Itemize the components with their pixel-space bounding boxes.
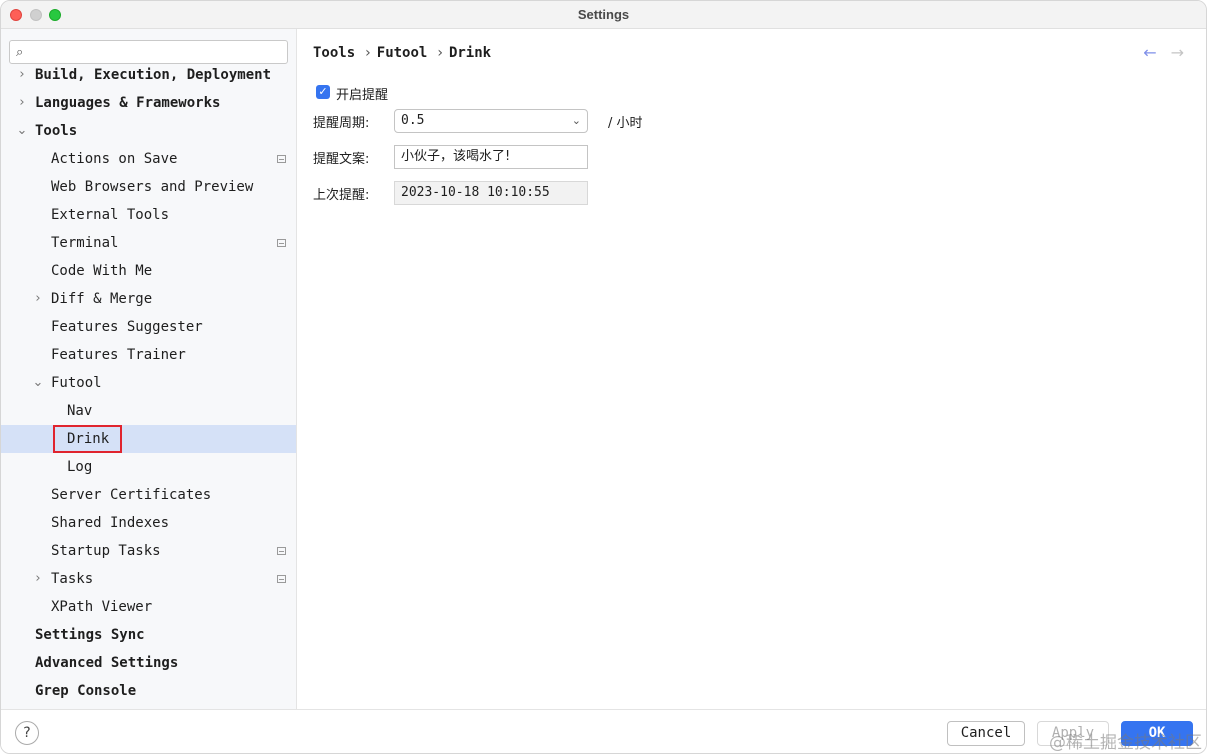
sidebar-item-label: Build, Execution, Deployment [35, 67, 272, 83]
reminder-text-label: 提醒文案: [313, 152, 370, 167]
search-icon: ⌕ [16, 45, 24, 60]
last-reminder-label: 上次提醒: [313, 188, 370, 203]
breadcrumb: Tools › Futool › Drink [313, 45, 495, 61]
project-scope-icon [277, 155, 286, 163]
sidebar-item[interactable]: Nav [1, 397, 296, 425]
breadcrumb-separator-icon: › [437, 45, 443, 61]
sidebar-item-label: Startup Tasks [51, 543, 161, 559]
enable-reminder-checkbox[interactable]: ✓ [316, 85, 330, 99]
sidebar-item[interactable]: Features Suggester [1, 313, 296, 341]
sidebar-item[interactable]: Drink [1, 425, 296, 453]
sidebar-item-label: Server Certificates [51, 487, 212, 503]
sidebar-item[interactable]: Web Browsers and Preview [1, 173, 296, 201]
period-value: 0.5 [401, 113, 425, 128]
sidebar-item[interactable]: Code With Me [1, 257, 296, 285]
settings-sidebar: ⌕ › Build, Execution, Deployment › Language… [1, 29, 297, 709]
sidebar-item-label: Settings Sync [35, 627, 145, 643]
sidebar-item[interactable]: ⌄ Futool [1, 369, 296, 397]
sidebar-item-label: Log [67, 459, 93, 475]
sidebar-item[interactable]: ⌄ Tools [1, 117, 296, 145]
sidebar-item[interactable]: › Diff & Merge [1, 285, 296, 313]
last-reminder-field: 2023-10-18 10:10:55 [394, 181, 588, 205]
sidebar-item[interactable]: External Tools [1, 201, 296, 229]
window-title: Settings [577, 7, 630, 22]
project-scope-icon [277, 575, 286, 583]
project-scope-icon [277, 239, 286, 247]
sidebar-item-label: Features Trainer [51, 347, 186, 363]
period-select[interactable]: 0.5 ⌄ [394, 109, 588, 133]
forward-arrow-icon[interactable]: → [1171, 43, 1184, 62]
settings-window: Settings ⌕ › Build, Execution, Deployment… [0, 0, 1207, 754]
cancel-button[interactable]: Cancel [947, 721, 1025, 746]
sidebar-item-label: Nav [67, 403, 93, 419]
period-label: 提醒周期: [313, 116, 370, 131]
chevron-right-icon[interactable]: › [15, 89, 29, 117]
period-unit: / 小时 [608, 116, 643, 131]
sidebar-item[interactable]: Actions on Save [1, 145, 296, 173]
sidebar-item-label: Advanced Settings [35, 655, 179, 671]
breadcrumb-tools[interactable]: Tools [313, 45, 355, 61]
sidebar-item[interactable]: Settings Sync [1, 621, 296, 649]
sidebar-item-label: Grep Console [35, 683, 137, 699]
sidebar-item[interactable]: › Build, Execution, Deployment [1, 61, 296, 89]
chevron-down-icon: ⌄ [571, 114, 581, 127]
help-button[interactable]: ? [15, 721, 39, 745]
sidebar-item[interactable]: XPath Viewer [1, 593, 296, 621]
sidebar-item[interactable]: Log [1, 453, 296, 481]
sidebar-item-label: XPath Viewer [51, 599, 153, 615]
breadcrumb-drink: Drink [448, 45, 492, 61]
chevron-down-icon[interactable]: ⌄ [31, 369, 45, 397]
sidebar-item-label: Diff & Merge [51, 291, 153, 307]
sidebar-item[interactable]: Server Certificates [1, 481, 296, 509]
sidebar-item-label: External Tools [51, 207, 170, 223]
search-input[interactable] [36, 43, 282, 61]
breadcrumb-separator-icon: › [365, 45, 371, 61]
sidebar-item[interactable]: › Tasks [1, 565, 296, 593]
dialog-footer: ? Cancel Apply OK @稀土掘金技术社区 [1, 709, 1206, 753]
enable-reminder-label[interactable]: 开启提醒 [336, 84, 388, 103]
sidebar-item[interactable]: Startup Tasks [1, 537, 296, 565]
reminder-text-field[interactable]: 小伙子，该喝水了! [394, 145, 588, 169]
sidebar-item-label: Tasks [51, 571, 94, 587]
sidebar-item[interactable]: Shared Indexes [1, 509, 296, 537]
sidebar-item-label: Futool [51, 375, 102, 391]
sidebar-item-label: Web Browsers and Preview [51, 179, 254, 195]
sidebar-item-label: Shared Indexes [51, 515, 170, 531]
sidebar-item-label: Tools [35, 123, 78, 139]
chevron-right-icon[interactable]: › [31, 565, 45, 593]
sidebar-item-label: Terminal [51, 235, 119, 251]
sidebar-item-label: Code With Me [51, 263, 153, 279]
navigation-arrows: ← → [1143, 43, 1184, 62]
back-arrow-icon[interactable]: ← [1143, 43, 1156, 62]
sidebar-item-label: Actions on Save [51, 151, 178, 167]
project-scope-icon [277, 547, 286, 555]
sidebar-item[interactable]: Terminal [1, 229, 296, 257]
sidebar-item[interactable]: Grep Console [1, 677, 296, 705]
chevron-right-icon[interactable]: › [31, 285, 45, 313]
watermark: @稀土掘金技术社区 [1049, 733, 1202, 753]
chevron-down-icon[interactable]: ⌄ [15, 117, 29, 145]
settings-content: Tools › Futool › Drink ← → ✓ 开启提醒 提醒周期: 0.5 ⌄… [298, 29, 1206, 709]
sidebar-item-label: Features Suggester [51, 319, 203, 335]
sidebar-item[interactable]: Advanced Settings [1, 649, 296, 677]
chevron-right-icon[interactable]: › [15, 61, 29, 89]
sidebar-item[interactable]: › Languages & Frameworks [1, 89, 296, 117]
sidebar-item-label: Languages & Frameworks [35, 95, 221, 111]
sidebar-item[interactable]: Features Trainer [1, 341, 296, 369]
breadcrumb-futool[interactable]: Futool [377, 45, 428, 61]
title-bar: Settings [1, 1, 1206, 29]
selection-highlight-box [53, 425, 122, 453]
